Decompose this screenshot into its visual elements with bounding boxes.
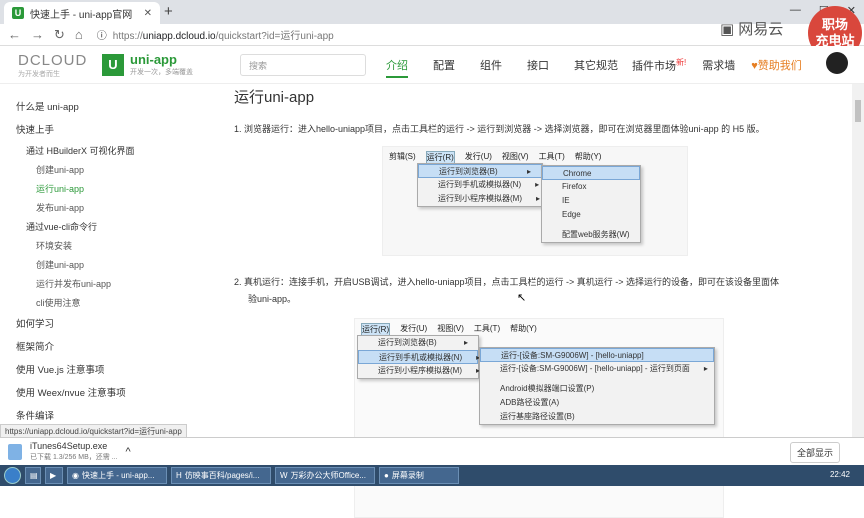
close-tab-icon[interactable]: ✕ — [144, 8, 152, 19]
sidebar-item[interactable]: 发布uni-app — [16, 199, 200, 218]
chrome-icon: ◉ — [72, 471, 79, 480]
nav-other-specs[interactable]: 其它规范 — [574, 57, 618, 78]
uniapp-logo-icon: U — [102, 53, 124, 76]
nav-config[interactable]: 配置 — [433, 57, 455, 78]
mouse-cursor-icon: ↖ — [517, 292, 527, 304]
scrollbar-thumb[interactable] — [855, 100, 861, 122]
show-all-button[interactable]: 全部显示 — [790, 442, 841, 463]
uniapp-logo[interactable]: U uni-app 开发一次，多端覆盖 — [102, 52, 193, 77]
site-header: DCLOUD 为开发者而生 U uni-app 开发一次，多端覆盖 搜索 介绍 配置… — [0, 46, 864, 84]
sidebar-item[interactable]: 使用 Weex/nvue 注意事项 — [16, 382, 200, 405]
run-menu: 运行到浏览器(B)▸ 运行到手机或模拟器(N)▸ 运行到小程序模拟器(M)▸ — [417, 163, 543, 207]
wangyi-watermark: ▣ 网易云 — [720, 20, 784, 39]
task-office[interactable]: W 万彩办公大师Office... — [275, 467, 375, 484]
page-heading: 运行uni-app — [234, 89, 315, 106]
record-icon: ● — [384, 471, 389, 480]
task-hbuilder[interactable]: H 仿映事百科/pages/i... — [171, 467, 271, 484]
nav-intro[interactable]: 介绍 — [386, 57, 408, 78]
start-button[interactable] — [4, 467, 21, 484]
sidebar-item[interactable]: 什么是 uni-app — [16, 96, 200, 119]
back-icon[interactable]: ← — [8, 27, 21, 42]
video-icon: ▣ — [720, 20, 735, 38]
run-menu: 运行到浏览器(B)▸ 运行到手机或模拟器(N)▸ 运行到小程序模拟器(M)▸ — [357, 335, 480, 379]
explorer-icon[interactable]: ▤ — [25, 467, 41, 484]
sidebar-item[interactable]: 运行并发布uni-app — [16, 275, 200, 294]
device-run-screenshot: 运行(R) 发行(U) 视图(V) 工具(T) 帮助(Y) 运行到浏览器(B) ▸… — [354, 318, 724, 518]
nav-demand-wall[interactable]: 需求墙 — [702, 57, 735, 74]
dcloud-logo[interactable]: DCLOUD 为开发者而生 — [18, 52, 87, 79]
page-scrollbar[interactable] — [852, 84, 864, 437]
sidebar-item[interactable]: 如何学习 — [16, 313, 200, 336]
info-icon[interactable]: ⓘ — [97, 27, 107, 42]
sidebar-item[interactable]: 环境安装 — [16, 237, 200, 256]
main-nav: 介绍 配置 组件 接口 其它规范 — [386, 57, 643, 78]
nav-sponsor[interactable]: ♥赞助我们 — [751, 57, 802, 74]
sidebar-item[interactable]: 通过 HBuilderX 可视化界面 — [16, 142, 200, 161]
nav-components[interactable]: 组件 — [480, 57, 502, 78]
minimize-button[interactable]: — — [790, 4, 801, 17]
sidebar-item[interactable]: 通过vue-cli命令行 — [16, 218, 200, 237]
nav-plugin-market[interactable]: 插件市场新! — [632, 57, 686, 74]
sidebar-item[interactable]: 框架简介 — [16, 336, 200, 359]
forward-icon[interactable]: → — [31, 27, 44, 42]
browser-submenu: Chrome Firefox IE Edge 配置web服务器(W) — [541, 165, 641, 243]
sidebar-item-current[interactable]: 运行uni-app — [16, 180, 200, 199]
sidebar-item[interactable]: 创建uni-app — [16, 256, 200, 275]
task-recorder[interactable]: ● 屏幕录制 — [379, 467, 459, 484]
download-bar: iTunes64Setup.exe 已下载 1.3/256 MB，还需 ... ^… — [0, 437, 864, 465]
device-submenu: 运行-[设备:SM-G9006W] - [hello-uniapp] 运行-[设… — [479, 347, 715, 425]
reload-icon[interactable]: ↻ — [54, 27, 65, 43]
chevron-up-icon[interactable]: ^ — [126, 446, 131, 458]
browser-tab[interactable]: U 快速上手 - uni-app官网 ✕ — [4, 2, 160, 24]
media-icon[interactable]: ▶ — [45, 467, 63, 484]
step-2-text: 2. 真机运行：连接手机，开启USB调试，进入hello-uniapp项目，点击… — [234, 277, 780, 304]
url-path: /quickstart?id=运行uni-app — [215, 31, 334, 42]
hbuilder-icon: H — [176, 471, 182, 480]
sidebar-item[interactable]: 使用 Vue.js 注意事项 — [16, 359, 200, 382]
address-bar[interactable]: ⓘ https://uniapp.dcloud.io/quickstart?id… — [97, 27, 334, 42]
home-icon[interactable]: ⌂ — [75, 27, 83, 42]
right-nav: 插件市场新! 需求墙 ♥赞助我们 — [632, 57, 802, 74]
url-scheme: https:// — [112, 31, 143, 42]
search-input[interactable]: 搜索 — [240, 54, 366, 76]
new-tab-button[interactable]: + — [164, 3, 173, 20]
windows-taskbar: ▤ ▶ ◉ 快速上手 - uni-app... H 仿映事百科/pages/i...… — [0, 465, 864, 486]
sidebar-item[interactable]: cli使用注意 — [16, 294, 200, 313]
github-icon[interactable] — [826, 52, 848, 74]
installer-icon — [8, 443, 22, 460]
url-host: uniapp.dcloud.io — [142, 31, 216, 42]
step-1-text: 1. 浏览器运行：进入hello-uniapp项目，点击工具栏的运行 -> 运行… — [234, 124, 765, 134]
sidebar-item[interactable]: 创建uni-app — [16, 161, 200, 180]
browser-run-screenshot: 剪辑(S) 运行(R) 发行(U) 视图(V) 工具(T) 帮助(Y) 运行到浏… — [382, 146, 688, 256]
task-chrome[interactable]: ◉ 快速上手 - uni-app... — [67, 467, 167, 484]
uniapp-favicon-icon: U — [12, 7, 24, 19]
download-item[interactable]: iTunes64Setup.exe 已下载 1.3/256 MB，还需 ... — [30, 441, 118, 463]
sidebar-item[interactable]: 快速上手 — [16, 119, 200, 142]
sidebar: 什么是 uni-app 快速上手 通过 HBuilderX 可视化界面 创建un… — [0, 96, 200, 426]
main-content: 运行uni-app 1. 浏览器运行：进入hello-uniapp项目，点击工具… — [234, 84, 850, 518]
office-icon: W — [280, 471, 288, 480]
nav-api[interactable]: 接口 — [527, 57, 549, 78]
tab-title: 快速上手 - uni-app官网 — [30, 9, 133, 21]
clock: 22:42 — [829, 470, 850, 479]
